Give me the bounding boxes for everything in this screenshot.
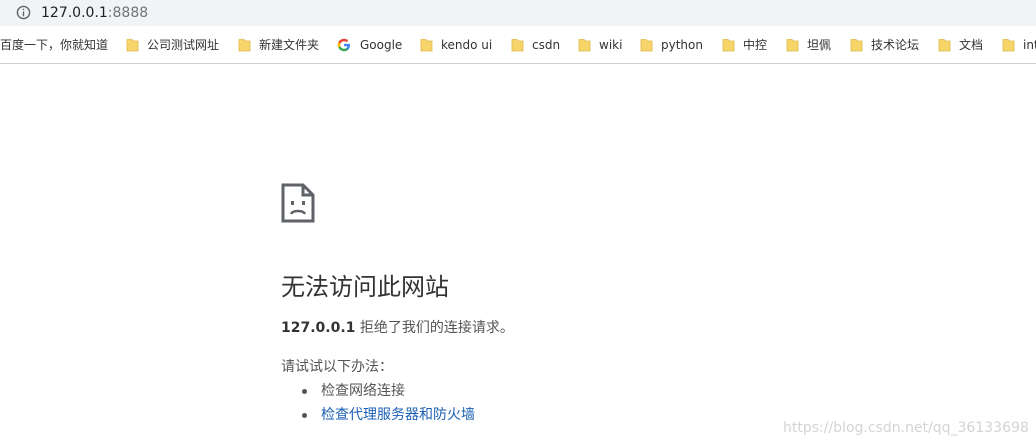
bookmark-label: kendo ui — [441, 38, 493, 52]
folder-icon — [420, 39, 433, 52]
bookmark-tanpei[interactable]: 坦佩 — [786, 36, 831, 54]
folder-icon — [238, 39, 251, 52]
bookmark-google[interactable]: Google — [337, 36, 402, 54]
folder-icon — [938, 39, 951, 52]
sad-page-icon — [281, 183, 315, 223]
bookmark-new-folder[interactable]: 新建文件夹 — [238, 36, 319, 54]
bookmark-zhongkong[interactable]: 中控 — [722, 36, 767, 54]
error-message: 127.0.0.1 拒绝了我们的连接请求。 — [281, 318, 514, 338]
folder-icon — [722, 39, 735, 52]
bookmark-label: 新建文件夹 — [259, 38, 320, 52]
bookmarks-bar: 百度一下，你就知道 公司测试网址 新建文件夹 Google kendo ui c… — [0, 28, 1036, 64]
omnibox[interactable]: 127.0.0.1:8888 — [0, 0, 1036, 26]
bookmark-baidu[interactable]: 百度一下，你就知道 — [0, 36, 108, 54]
watermark: https://blog.csdn.net/qq_36133698 — [783, 420, 1029, 436]
google-icon — [337, 38, 350, 52]
bookmark-kendo-ui[interactable]: kendo ui — [420, 36, 492, 54]
folder-icon — [786, 39, 799, 52]
bookmark-label: Google — [360, 38, 403, 52]
suggestion-check-network: 检查网络连接 — [302, 381, 405, 401]
suggestion-label[interactable]: 检查代理服务器和防火墙 — [321, 407, 475, 423]
folder-icon — [126, 39, 139, 52]
info-icon[interactable] — [16, 5, 31, 20]
bookmark-label: 坦佩 — [807, 38, 832, 52]
address-bar: 127.0.0.1:8888 — [0, 0, 1036, 28]
folder-icon — [1002, 39, 1015, 52]
url-text[interactable]: 127.0.0.1:8888 — [41, 4, 148, 22]
error-host: 127.0.0.1 — [281, 320, 356, 336]
bookmark-docs[interactable]: 文档 — [938, 36, 983, 54]
suggestion-label: 检查网络连接 — [321, 383, 405, 399]
bookmark-label: python — [661, 38, 703, 52]
bookmark-tech-forum[interactable]: 技术论坛 — [850, 36, 919, 54]
bookmark-label: 技术论坛 — [871, 38, 920, 52]
url-host: 127.0.0.1 — [41, 5, 108, 21]
bookmark-company-test[interactable]: 公司测试网址 — [126, 36, 219, 54]
bookmark-wiki[interactable]: wiki — [578, 36, 622, 54]
bookmark-label: 中控 — [743, 38, 768, 52]
folder-icon — [640, 39, 653, 52]
suggestion-check-proxy-firewall-link[interactable]: 检查代理服务器和防火墙 — [302, 405, 475, 425]
bookmark-csdn[interactable]: csdn — [511, 36, 560, 54]
suggestions-label: 请试试以下办法： — [281, 359, 393, 375]
error-message-text: 拒绝了我们的连接请求。 — [355, 320, 514, 336]
bookmark-label: csdn — [532, 38, 561, 52]
folder-icon — [511, 39, 524, 52]
bookmark-int[interactable]: int — [1002, 36, 1036, 54]
bookmark-label: wiki — [599, 38, 623, 52]
url-port: :8888 — [107, 5, 149, 21]
bookmark-label: 文档 — [959, 38, 984, 52]
bookmark-label: 公司测试网址 — [147, 38, 220, 52]
bookmark-label: int — [1023, 38, 1036, 52]
folder-icon — [850, 39, 863, 52]
error-title: 无法访问此网站 — [281, 273, 449, 301]
folder-icon — [578, 39, 591, 52]
bookmark-label: 百度一下，你就知道 — [0, 38, 109, 52]
bookmark-python[interactable]: python — [640, 36, 703, 54]
